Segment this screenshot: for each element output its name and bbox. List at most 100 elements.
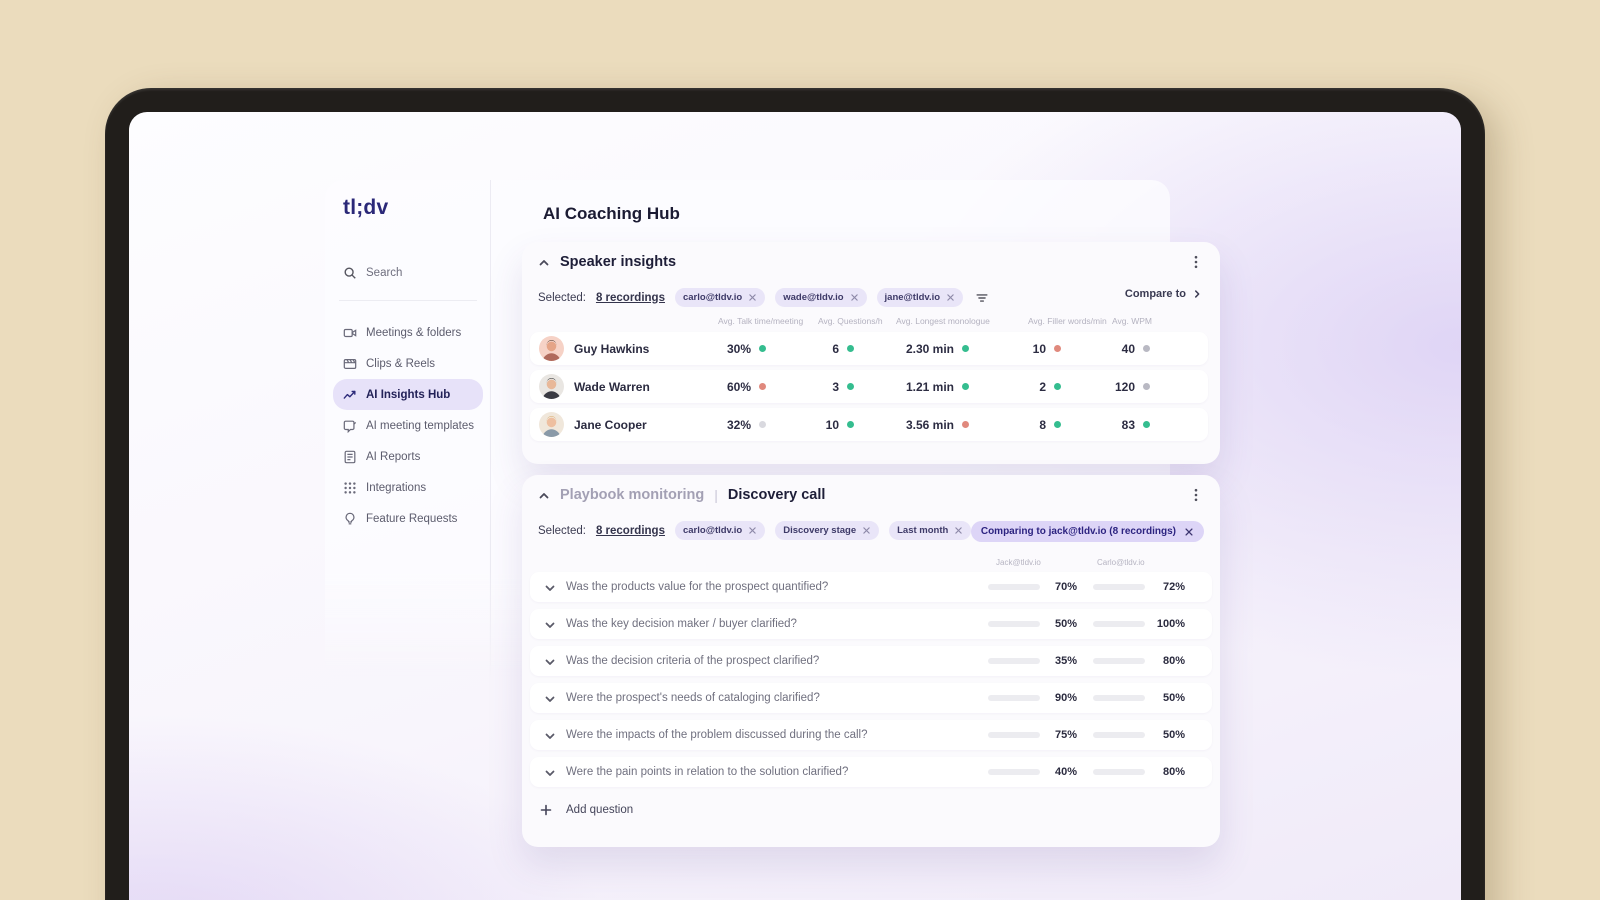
column-header: Avg. Filler words/min: [1028, 316, 1107, 326]
column-header: Avg. WPM: [1112, 316, 1152, 326]
close-icon[interactable]: [850, 293, 859, 302]
speaker-insights-card: Speaker insights Selected: 8 recordings …: [522, 242, 1220, 464]
close-icon[interactable]: [946, 293, 955, 302]
sidebar-item-label: Meetings & folders: [366, 326, 462, 339]
filter-chip[interactable]: Last month: [889, 521, 972, 540]
metric-value: 83: [1121, 417, 1135, 432]
playbook-title-muted: Playbook monitoring: [560, 487, 705, 503]
filter-chip-label: wade@tldv.io: [783, 292, 844, 303]
selected-label: Selected:: [538, 524, 586, 537]
clapperboard-icon: [343, 357, 357, 371]
status-dot: [1143, 345, 1150, 352]
filter-chip[interactable]: carlo@tldv.io: [674, 521, 766, 540]
chevron-down-icon[interactable]: [544, 618, 556, 630]
sidebar-item-ai-meeting-templates[interactable]: AI meeting templates: [333, 410, 483, 441]
filter-chip-label: jane@tldv.io: [884, 292, 941, 303]
chevron-up-icon[interactable]: [538, 256, 550, 268]
progress-value-carlo: 72%: [1162, 581, 1185, 593]
close-icon[interactable]: [748, 293, 757, 302]
comparing-to-label: Comparing to jack@tldv.io (8 recordings): [980, 526, 1176, 537]
question-row[interactable]: Were the pain points in relation to the …: [530, 757, 1212, 787]
report-icon: [343, 450, 357, 464]
sidebar-item-meetings-folders[interactable]: Meetings & folders: [333, 317, 483, 348]
progress-bar-carlo: [1093, 621, 1145, 627]
question-text: Was the products value for the prospect …: [566, 581, 829, 593]
kebab-menu-icon[interactable]: [1188, 254, 1204, 270]
metric-cell: 6: [744, 332, 854, 365]
sidebar-item-label: Feature Requests: [366, 512, 458, 525]
status-dot: [847, 421, 854, 428]
sidebar-item-feature-requests[interactable]: Feature Requests: [333, 503, 483, 534]
progress-value-carlo: 50%: [1162, 729, 1185, 741]
plus-icon: [540, 804, 552, 816]
question-row[interactable]: Were the impacts of the problem discusse…: [530, 720, 1212, 750]
question-row[interactable]: Was the decision criteria of the prospec…: [530, 646, 1212, 676]
sidebar-item-ai-reports[interactable]: AI Reports: [333, 441, 483, 472]
chevron-down-icon[interactable]: [544, 692, 556, 704]
close-icon[interactable]: [862, 526, 871, 535]
selected-label: Selected:: [538, 291, 586, 304]
chevron-down-icon[interactable]: [544, 655, 556, 667]
desk-background: tl;dv Search Meetings & folders Clips & …: [0, 0, 1600, 900]
chevron-down-icon[interactable]: [544, 581, 556, 593]
column-header: Avg. Talk time/meeting: [718, 316, 804, 326]
question-row[interactable]: Were the prospect's needs of cataloging …: [530, 683, 1212, 713]
selected-recordings-link[interactable]: 8 recordings: [596, 525, 665, 537]
kebab-menu-icon[interactable]: [1188, 487, 1204, 503]
chevron-down-icon[interactable]: [544, 729, 556, 741]
comparing-to-chip[interactable]: Comparing to jack@tldv.io (8 recordings): [970, 521, 1204, 542]
close-icon[interactable]: [954, 526, 963, 535]
chevron-down-icon[interactable]: [544, 766, 556, 778]
status-dot: [1143, 383, 1150, 390]
sidebar-item-label: Clips & Reels: [366, 357, 436, 370]
playbook-filter-row: Selected: 8 recordings carlo@tldv.io Dis…: [538, 521, 997, 540]
speaker-insights-header: Speaker insights: [538, 254, 676, 270]
progress-value-jack: 70%: [1054, 581, 1077, 593]
sidebar-item-clips-reels[interactable]: Clips & Reels: [333, 348, 483, 379]
filter-chip-label: carlo@tldv.io: [682, 525, 743, 536]
sidebar-item-ai-insights-hub[interactable]: AI Insights Hub: [333, 379, 483, 410]
question-text: Were the pain points in relation to the …: [566, 766, 849, 778]
avatar: [539, 336, 564, 361]
status-dot: [847, 345, 854, 352]
status-dot: [1143, 421, 1150, 428]
tldv-logo: tl;dv: [343, 196, 389, 219]
filter-chip[interactable]: carlo@tldv.io: [674, 288, 766, 307]
filter-chip[interactable]: jane@tldv.io: [876, 288, 964, 307]
speaker-chips: carlo@tldv.io wade@tldv.io jane@tldv.io: [674, 288, 964, 307]
speaker-name: Jane Cooper: [574, 417, 647, 432]
close-icon[interactable]: [1184, 527, 1194, 537]
close-icon[interactable]: [748, 526, 757, 535]
progress-value-jack: 75%: [1054, 729, 1077, 741]
filter-chip-label: Discovery stage: [783, 525, 857, 536]
filter-icon[interactable]: [975, 291, 989, 305]
search-placeholder: Search: [366, 267, 403, 279]
filter-chip[interactable]: wade@tldv.io: [775, 288, 867, 307]
selected-recordings-link[interactable]: 8 recordings: [596, 292, 665, 304]
chevron-up-icon[interactable]: [538, 489, 550, 501]
question-row[interactable]: Was the key decision maker / buyer clari…: [530, 609, 1212, 639]
sidebar-divider: [490, 180, 491, 680]
metric-cell: 40: [1040, 332, 1150, 365]
sidebar-item-integrations[interactable]: Integrations: [333, 472, 483, 503]
laptop-frame: tl;dv Search Meetings & folders Clips & …: [105, 88, 1485, 900]
compare-to-button[interactable]: Compare to: [1125, 288, 1202, 300]
progress-bar-carlo: [1093, 695, 1145, 701]
search-input[interactable]: Search: [343, 266, 402, 280]
add-question-button[interactable]: Add question: [530, 794, 1212, 826]
avatar: [539, 412, 564, 437]
status-dot: [847, 383, 854, 390]
trend-icon: [343, 388, 357, 402]
speaker-row[interactable]: Guy Hawkins 30% 6 2.30 min 10 40: [530, 332, 1208, 365]
speaker-row[interactable]: Wade Warren 60% 3 1.21 min 2 120: [530, 370, 1208, 403]
question-text: Was the decision criteria of the prospec…: [566, 655, 820, 667]
playbook-chips: carlo@tldv.io Discovery stage Last month: [674, 521, 972, 540]
metric-cell: 10: [744, 408, 854, 441]
question-text: Were the prospect's needs of cataloging …: [566, 692, 820, 704]
section-title: Speaker insights: [560, 254, 677, 270]
title-separator: |: [714, 487, 718, 503]
speaker-row[interactable]: Jane Cooper 32% 10 3.56 min 8 83: [530, 408, 1208, 441]
filter-chip[interactable]: Discovery stage: [775, 521, 880, 540]
question-row[interactable]: Was the products value for the prospect …: [530, 572, 1212, 602]
filter-chip-label: carlo@tldv.io: [682, 292, 743, 303]
